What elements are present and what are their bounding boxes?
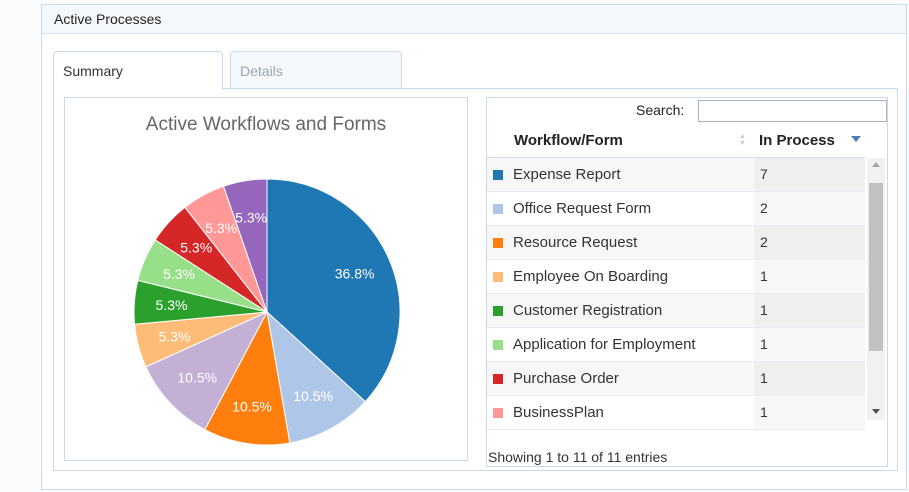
legend-swatch (493, 408, 503, 418)
legend-swatch (493, 306, 503, 316)
table-header: Workflow/Form ▲ ▼ In Process (487, 125, 865, 158)
legend-swatch (493, 170, 503, 180)
row-value: 2 (754, 226, 865, 259)
column-header-in-process[interactable]: In Process (759, 125, 835, 157)
slice-label: 36.8% (335, 265, 375, 281)
tab-content: Active Workflows and Forms 36.8% 10.5% 10.… (53, 88, 898, 471)
row-value: 1 (754, 294, 865, 327)
row-value: 2 (754, 192, 865, 225)
row-name: Application for Employment (513, 336, 696, 353)
row-value: 1 (754, 396, 865, 429)
table-row[interactable]: Customer Registration 1 (487, 294, 865, 328)
slice-label: 10.5% (177, 370, 217, 386)
slice-label: 5.3% (163, 266, 195, 282)
slice-label: 10.5% (232, 399, 272, 415)
workflow-table: Search: Workflow/Form ▲ ▼ In Process Expe… (486, 97, 888, 467)
table-row[interactable]: Resource Request 2 (487, 226, 865, 260)
row-name: BusinessPlan (513, 404, 604, 421)
scroll-thumb[interactable] (869, 183, 883, 351)
slice-label: 5.3% (180, 239, 212, 255)
table-row[interactable]: BusinessPlan 1 (487, 396, 865, 430)
table-row[interactable]: Expense Report 7 (487, 158, 865, 192)
row-value: 7 (754, 158, 865, 191)
row-name: Resource Request (513, 234, 638, 251)
column-header-workflow-form[interactable]: Workflow/Form (514, 125, 623, 157)
table-row[interactable]: Office Request Form 2 (487, 192, 865, 226)
table-info: Showing 1 to 11 of 11 entries (488, 449, 668, 465)
row-value: 1 (754, 362, 865, 395)
slice-label: 5.3% (205, 220, 237, 236)
tab-details[interactable]: Details (230, 51, 402, 89)
table-body: Expense Report 7 Office Request Form 2 Resou… (487, 158, 865, 430)
row-value: 1 (754, 328, 865, 361)
scroll-down-arrow-icon[interactable] (872, 409, 880, 414)
slice-label: 5.3% (158, 329, 190, 345)
row-name: Customer Registration (513, 302, 663, 319)
legend-swatch (493, 238, 503, 248)
slice-label: 10.5% (293, 388, 333, 404)
slice-label: 5.3% (156, 297, 188, 313)
sort-descending-icon[interactable] (851, 136, 861, 142)
search-input[interactable] (698, 100, 887, 122)
legend-swatch (493, 272, 503, 282)
legend-swatch (493, 374, 503, 384)
table-row[interactable]: Purchase Order 1 (487, 362, 865, 396)
row-name: Office Request Form (513, 200, 652, 217)
legend-swatch (493, 204, 503, 214)
search-label: Search: (636, 102, 685, 118)
row-value: 1 (754, 260, 865, 293)
scroll-up-arrow-icon[interactable] (872, 162, 880, 167)
table-row[interactable]: Employee On Boarding 1 (487, 260, 865, 294)
sort-both-icon[interactable]: ▲ ▼ (739, 133, 747, 147)
row-name: Purchase Order (513, 370, 619, 387)
pie-chart-container: Active Workflows and Forms 36.8% 10.5% 10.… (64, 97, 468, 461)
table-row[interactable]: Application for Employment 1 (487, 328, 865, 362)
panel-title: Active Processes (42, 5, 906, 34)
active-processes-panel: Active Processes Summary Details Active … (41, 4, 907, 490)
row-name: Expense Report (513, 166, 621, 183)
table-scrollbar[interactable] (867, 158, 885, 420)
row-name: Employee On Boarding (513, 268, 669, 285)
tab-summary[interactable]: Summary (53, 51, 223, 90)
legend-swatch (493, 340, 503, 350)
slice-label: 5.3% (235, 210, 267, 226)
pie-chart: 36.8%10.5%10.5%10.5%5.3%5.3%5.3%5.3%5.3%… (133, 178, 401, 446)
